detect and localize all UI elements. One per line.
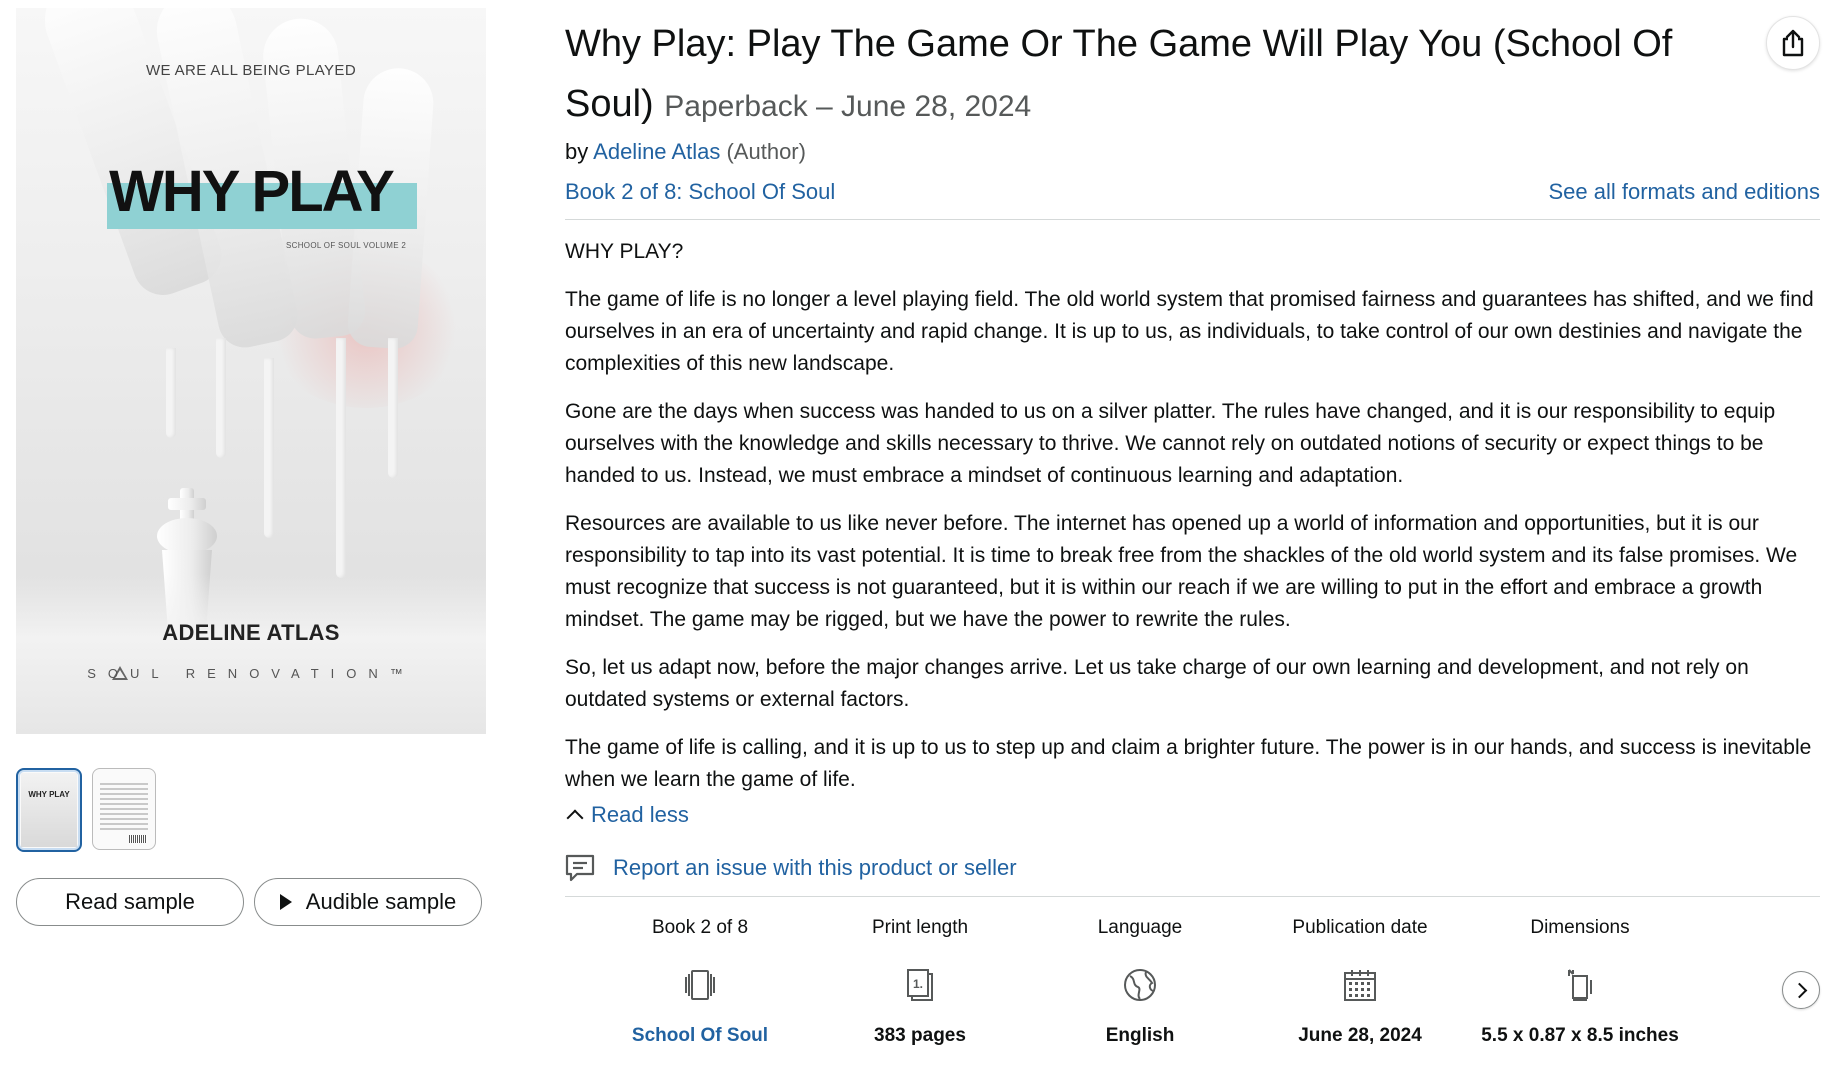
audible-sample-button[interactable]: Audible sample <box>254 878 482 926</box>
chevron-right-icon <box>1791 982 1807 998</box>
product-info: Why Play: Play The Game Or The Game Will… <box>565 14 1820 1077</box>
thumbnail-front-cover[interactable]: WHY PLAY <box>16 768 82 852</box>
book-description: WHY PLAY? The game of life is no longer … <box>565 236 1820 796</box>
description-paragraph: The game of life is calling, and it is u… <box>565 736 1812 791</box>
detail-value: 383 pages <box>874 1025 966 1046</box>
detail-value-link[interactable]: School Of Soul <box>590 1023 810 1049</box>
pages-icon: 1. <box>810 957 1030 1013</box>
chevron-up-icon <box>566 809 584 827</box>
detail-label: Dimensions <box>1530 917 1630 938</box>
description-paragraph: So, let us adapt now, before the major c… <box>565 656 1749 711</box>
read-sample-label: Read sample <box>65 889 195 914</box>
series-icon <box>590 957 810 1013</box>
series-link[interactable]: Book 2 of 8: School Of Soul <box>565 179 835 205</box>
cover-publisher: SOUL RENOVATION™ <box>87 666 415 681</box>
detail-series: Book 2 of 8 School Of Soul <box>590 917 810 1049</box>
detail-value: June 28, 2024 <box>1298 1025 1422 1046</box>
description-paragraph: The game of life is no longer a level pl… <box>565 288 1814 375</box>
read-less-toggle[interactable]: Read less <box>565 802 1820 828</box>
author-link[interactable]: Adeline Atlas <box>593 139 720 164</box>
cover-art-board <box>16 574 486 734</box>
by-label: by <box>565 139 589 164</box>
cover-art-drip <box>216 338 226 458</box>
calendar-icon <box>1250 957 1470 1013</box>
book-cover-image[interactable]: WE ARE ALL BEING PLAYED WHY PLAY SCHOOL … <box>16 8 486 734</box>
description-paragraph: Resources are available to us like never… <box>565 512 1798 631</box>
detail-value: 5.5 x 0.87 x 8.5 inches <box>1481 1025 1679 1046</box>
report-issue-link[interactable]: Report an issue with this product or sel… <box>613 855 1017 881</box>
image-gallery: WE ARE ALL BEING PLAYED WHY PLAY SCHOOL … <box>16 8 488 926</box>
cover-tagline: WE ARE ALL BEING PLAYED <box>145 62 357 79</box>
report-issue-row: Report an issue with this product or sel… <box>565 854 1820 897</box>
thumbnail-text-lines <box>100 783 148 833</box>
detail-label: Print length <box>871 917 969 938</box>
detail-value: English <box>1105 1025 1175 1046</box>
cover-title: WHY PLAY <box>109 159 395 224</box>
svg-text:1.: 1. <box>913 977 923 991</box>
cover-volume: SCHOOL OF SOUL VOLUME 2 <box>286 241 407 250</box>
product-format: Paperback – June 28, 2024 <box>664 90 1032 123</box>
carousel-next-button[interactable] <box>1782 971 1820 1009</box>
audible-sample-label: Audible sample <box>305 889 457 914</box>
product-details-carousel: Book 2 of 8 School Of Soul Print length … <box>565 917 1820 1077</box>
sample-buttons: Read sample Audible sample <box>16 878 482 926</box>
detail-print-length: Print length 1. 383 pages <box>810 917 1030 1049</box>
globe-icon <box>1030 957 1250 1013</box>
share-icon <box>1782 29 1804 57</box>
thumbnail-back-cover[interactable] <box>92 768 156 850</box>
description-paragraph: Gone are the days when success was hande… <box>565 400 1776 487</box>
play-icon <box>279 894 292 910</box>
barcode-icon <box>129 835 147 843</box>
description-heading: WHY PLAY? <box>565 240 684 263</box>
cover-art-drip <box>336 338 346 578</box>
cover-art-drip <box>264 358 274 538</box>
series-row: Book 2 of 8: School Of Soul See all form… <box>565 179 1820 220</box>
detail-publication-date: Publication date June 28, 2024 <box>1250 917 1470 1049</box>
thumbnail-art <box>21 773 77 847</box>
all-formats-link[interactable]: See all formats and editions <box>1549 179 1821 205</box>
thumbnail-label: WHY PLAY <box>28 790 70 799</box>
author-role: (Author) <box>726 139 806 164</box>
cover-art-drip <box>388 338 398 478</box>
product-title: Why Play: Play The Game Or The Game Will… <box>565 14 1820 137</box>
title-row: Why Play: Play The Game Or The Game Will… <box>565 14 1820 137</box>
read-sample-button[interactable]: Read sample <box>16 878 244 926</box>
read-less-link[interactable]: Read less <box>591 802 689 828</box>
cover-art-drip <box>166 348 176 438</box>
cover-author: ADELINE ATLAS <box>162 620 340 645</box>
detail-label: Language <box>1097 917 1183 938</box>
detail-dimensions: Dimensions 5.5 x 0.87 x 8.5 inches <box>1470 917 1690 1049</box>
dimensions-icon <box>1470 957 1690 1013</box>
detail-language: Language English <box>1030 917 1250 1049</box>
detail-label: Book 2 of 8 <box>651 917 749 938</box>
byline: by Adeline Atlas (Author) <box>565 139 1820 165</box>
share-button[interactable] <box>1766 16 1820 70</box>
feedback-icon <box>565 854 595 882</box>
thumbnail-strip: WHY PLAY <box>16 768 156 852</box>
detail-label: Publication date <box>1292 917 1428 938</box>
